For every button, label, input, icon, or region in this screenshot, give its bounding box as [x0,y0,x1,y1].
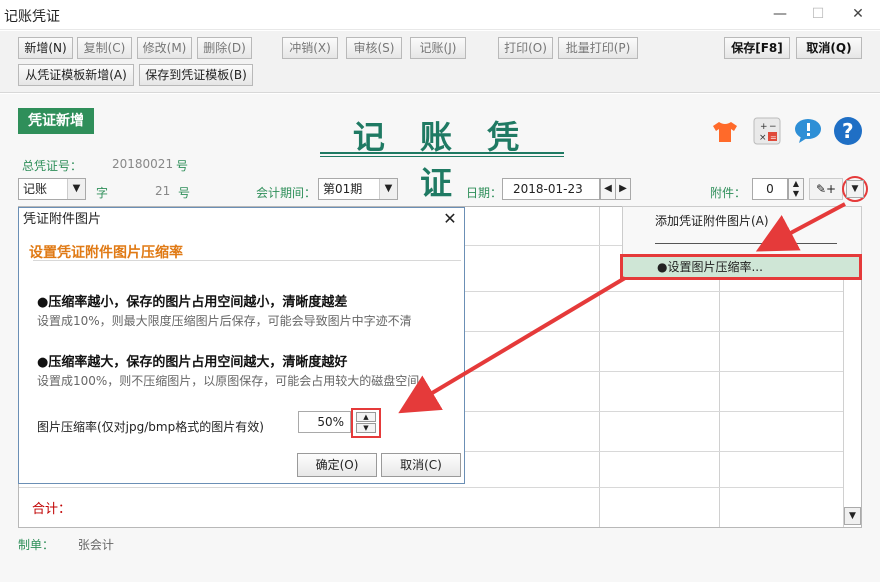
maker-label: 制单： [18,538,55,552]
annotation-arrows [398,202,846,414]
footer: 制单： 张会计 [18,536,114,553]
arrow-to-menu [755,202,846,252]
arrow-to-spinner [398,276,627,414]
maker-value: 张会计 [77,538,114,552]
